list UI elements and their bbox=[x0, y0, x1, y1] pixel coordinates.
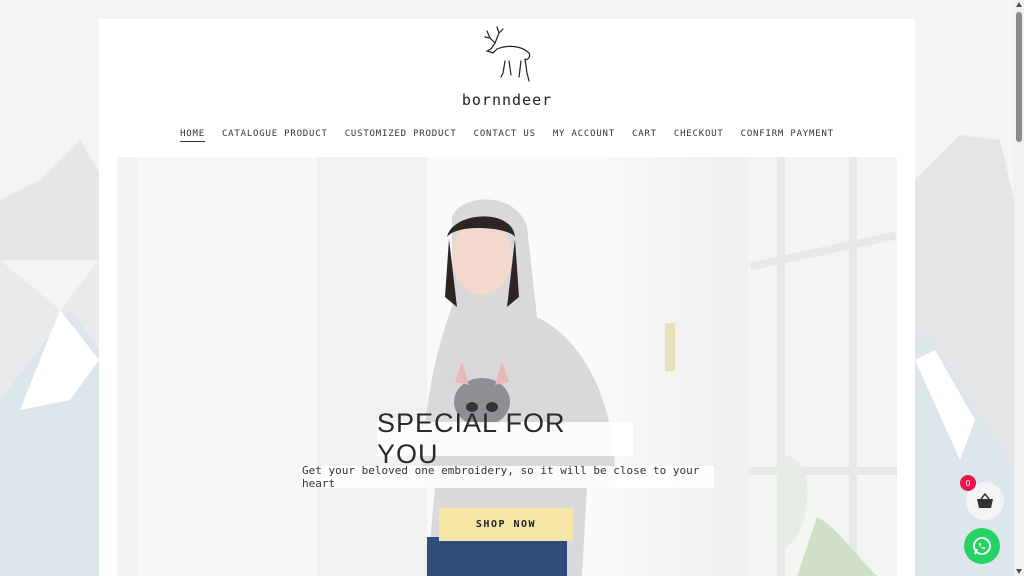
nav-item-customized-product[interactable]: CUSTOMIZED PRODUCT bbox=[345, 129, 457, 142]
nav-item-my-account[interactable]: MY ACCOUNT bbox=[553, 129, 615, 142]
scroll-thumb[interactable] bbox=[1016, 12, 1022, 142]
vertical-scrollbar[interactable] bbox=[1014, 0, 1024, 576]
nav-item-checkout[interactable]: CHECKOUT bbox=[674, 129, 724, 142]
deer-logo-icon bbox=[484, 26, 531, 82]
nav-item-catalogue-product[interactable]: CATALOGUE PRODUCT bbox=[222, 129, 328, 142]
page-container: bornndeer HOME CATALOGUE PRODUCT CUSTOMI… bbox=[99, 19, 915, 576]
shop-now-button[interactable]: SHOP NOW bbox=[439, 508, 573, 541]
basket-icon bbox=[977, 493, 993, 508]
hero-subtitle-box: Get your beloved one embroidery, so it w… bbox=[302, 464, 714, 490]
hero-banner: SPECIAL FOR YOU Get your beloved one emb… bbox=[117, 157, 897, 576]
scroll-up-icon[interactable] bbox=[1016, 2, 1022, 7]
hero-subtitle: Get your beloved one embroidery, so it w… bbox=[302, 464, 700, 490]
cart-count-badge: 0 bbox=[960, 475, 976, 491]
nav-item-cart[interactable]: CART bbox=[632, 129, 657, 142]
nav-item-home[interactable]: HOME bbox=[180, 129, 205, 142]
main-navigation: HOME CATALOGUE PRODUCT CUSTOMIZED PRODUC… bbox=[99, 129, 915, 142]
hero-title-box: SPECIAL FOR YOU bbox=[377, 408, 633, 469]
whatsapp-chat-button[interactable] bbox=[964, 528, 1000, 564]
scroll-down-icon[interactable] bbox=[1016, 569, 1022, 574]
whatsapp-icon bbox=[973, 537, 991, 555]
hero-title: SPECIAL FOR YOU bbox=[377, 408, 566, 469]
floating-cart-button[interactable]: 0 bbox=[960, 475, 1004, 520]
nav-item-confirm-payment[interactable]: CONFIRM PAYMENT bbox=[741, 129, 834, 142]
brand-name: bornndeer bbox=[461, 91, 553, 109]
nav-item-contact-us[interactable]: CONTACT US bbox=[474, 129, 536, 142]
brand-logo[interactable]: bornndeer bbox=[99, 23, 915, 109]
